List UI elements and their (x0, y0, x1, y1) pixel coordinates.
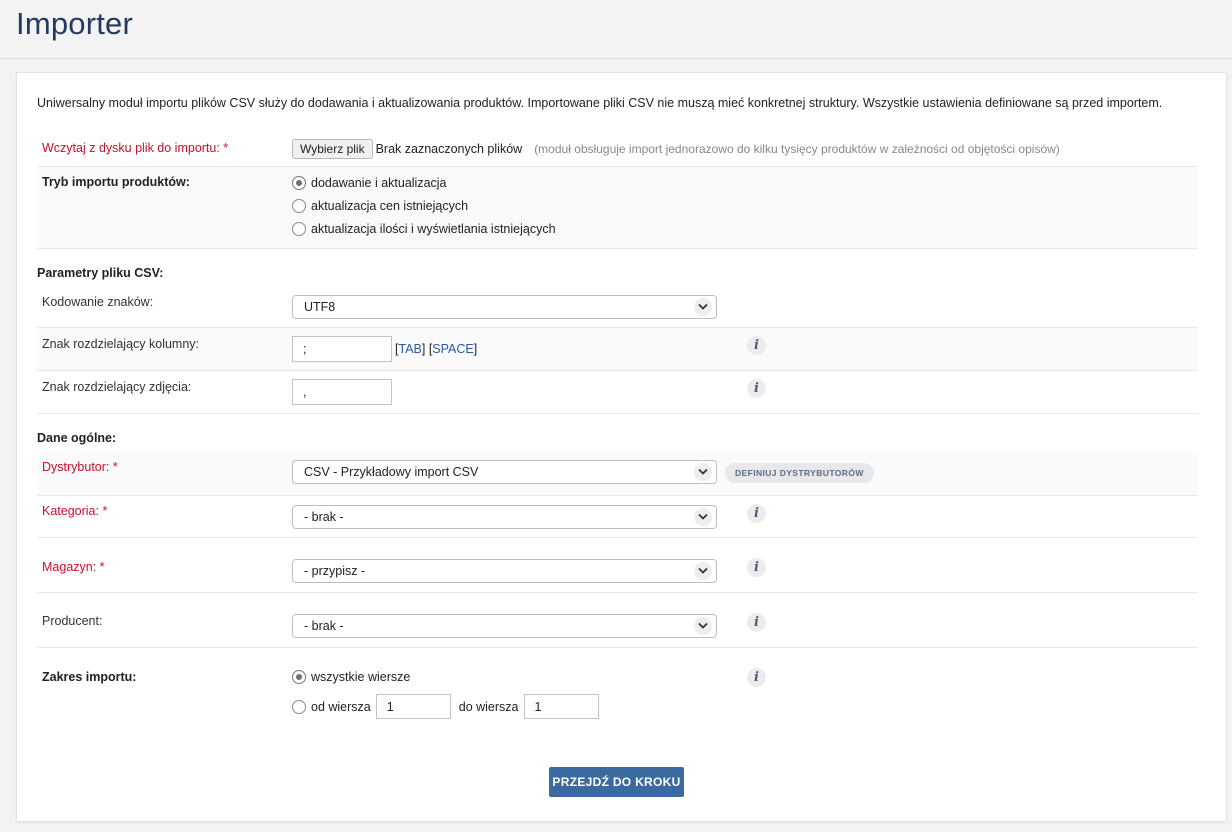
radio-option-all-rows[interactable]: wszystkie wiersze (292, 665, 599, 688)
radio-option-add-update[interactable]: dodawanie i aktualizacja (292, 171, 556, 194)
column-separator-input[interactable]: ; (292, 336, 392, 362)
info-icon[interactable]: i (747, 336, 766, 355)
next-step-button[interactable]: PRZEJDŹ DO KROKU 2 (549, 767, 684, 819)
producer-row: Producent: - brak - i (37, 593, 1198, 648)
encoding-select-value: UTF8 (304, 300, 336, 314)
from-row-label: od wiersza (311, 699, 371, 714)
radio-update-prices-label: aktualizacja cen istniejących (311, 198, 469, 213)
radio-option-update-quantity[interactable]: aktualizacja ilości i wyświetlania istni… (292, 217, 556, 240)
chevron-down-icon (694, 298, 712, 316)
import-mode-label: Tryb importu produktów: (42, 175, 190, 189)
category-select-value: - brak - (304, 510, 344, 524)
general-data-title: Dane ogólne: (37, 431, 117, 445)
info-icon[interactable]: i (747, 379, 766, 398)
distributor-select[interactable]: CSV - Przykładowy import CSV (292, 460, 717, 484)
info-icon[interactable]: i (747, 668, 766, 687)
warehouse-label: Magazyn: * (42, 560, 105, 574)
image-separator-input[interactable]: , (292, 379, 392, 405)
file-upload-label: Wczytaj z dysku plik do importu: * (42, 141, 229, 155)
producer-select-value: - brak - (304, 619, 344, 633)
csv-params-title: Parametry pliku CSV: (37, 266, 164, 280)
import-range-label: Zakres importu: (42, 670, 137, 684)
info-icon[interactable]: i (747, 558, 766, 577)
import-range-options: wszystkie wiersze od wiersza 1 do wiersz… (292, 665, 599, 719)
separator-shortcuts: [TAB] [SPACE] (395, 342, 478, 356)
image-separator-row: Znak rozdzielający zdjęcia: , i (37, 371, 1198, 414)
tab-shortcut-link[interactable]: TAB (398, 342, 421, 356)
image-separator-label: Znak rozdzielający zdjęcia: (42, 380, 192, 394)
chevron-down-icon (694, 508, 712, 526)
encoding-select[interactable]: UTF8 (292, 295, 717, 319)
warehouse-select-value: - przypisz - (304, 564, 366, 578)
encoding-label: Kodowanie znaków: (42, 295, 154, 309)
chevron-down-icon (694, 463, 712, 481)
file-upload-row: Wczytaj z dysku plik do importu: * Wybie… (37, 133, 1198, 167)
file-upload-hint: (moduł obsługuje import jednorazowo do k… (534, 142, 1060, 156)
intro-text: Uniwersalny moduł importu plików CSV słu… (37, 96, 1163, 110)
import-mode-options: dodawanie i aktualizacja aktualizacja ce… (292, 171, 556, 240)
import-range-row: Zakres importu: wszystkie wiersze od wie… (37, 648, 1198, 728)
choose-file-button[interactable]: Wybierz plik (292, 139, 373, 159)
import-mode-row: Tryb importu produktów: dodawanie i aktu… (37, 167, 1198, 249)
distributor-label: Dystrybutor: * (42, 460, 118, 474)
radio-row-range[interactable] (292, 699, 306, 714)
distributor-select-value: CSV - Przykładowy import CSV (304, 465, 479, 479)
warehouse-row: Magazyn: * - przypisz - i (37, 538, 1198, 593)
chevron-down-icon (694, 562, 712, 580)
file-upload-field: Wybierz plik Brak zaznaczonych plików (mod… (292, 139, 1060, 159)
space-shortcut-link[interactable]: SPACE (432, 342, 473, 356)
column-separator-label: Znak rozdzielający kolumny: (42, 337, 200, 351)
info-icon[interactable]: i (747, 504, 766, 523)
category-label: Kategoria: * (42, 504, 108, 518)
define-distributors-button[interactable]: DEFINIUJ DYSTRYBUTORÓW (725, 463, 874, 483)
warehouse-select[interactable]: - przypisz - (292, 559, 717, 583)
importer-form-card: Uniwersalny moduł importu plików CSV słu… (16, 72, 1227, 822)
file-state-text: Brak zaznaczonych plików (375, 142, 523, 156)
encoding-row: Kodowanie znaków: UTF8 (37, 285, 1198, 328)
radio-add-update[interactable] (292, 175, 306, 190)
radio-option-update-prices[interactable]: aktualizacja cen istniejących (292, 194, 556, 217)
radio-all-rows-label: wszystkie wiersze (311, 669, 411, 684)
radio-add-update-label: dodawanie i aktualizacja (311, 175, 447, 190)
from-row-input[interactable]: 1 (375, 694, 451, 719)
producer-label: Producent: (42, 614, 103, 628)
category-row: Kategoria: * - brak - i (37, 496, 1198, 538)
chevron-down-icon (694, 617, 712, 635)
page-title: Importer (16, 6, 134, 41)
column-separator-row: Znak rozdzielający kolumny: ; [TAB] [SPA… (37, 328, 1198, 371)
producer-select[interactable]: - brak - (292, 614, 717, 638)
page-header: Importer (0, 0, 1232, 59)
distributor-row: Dystrybutor: * CSV - Przykładowy import … (37, 453, 1198, 496)
to-row-input[interactable]: 1 (523, 694, 599, 719)
radio-update-quantity-label: aktualizacja ilości i wyświetlania istni… (311, 221, 556, 236)
radio-update-prices[interactable] (292, 198, 306, 213)
to-row-label: do wiersza (458, 699, 519, 714)
radio-update-quantity[interactable] (292, 221, 306, 236)
info-icon[interactable]: i (747, 613, 766, 632)
radio-all-rows[interactable] (292, 669, 306, 684)
category-select[interactable]: - brak - (292, 505, 717, 529)
radio-option-row-range[interactable]: od wiersza 1 do wiersza 1 (292, 694, 599, 719)
